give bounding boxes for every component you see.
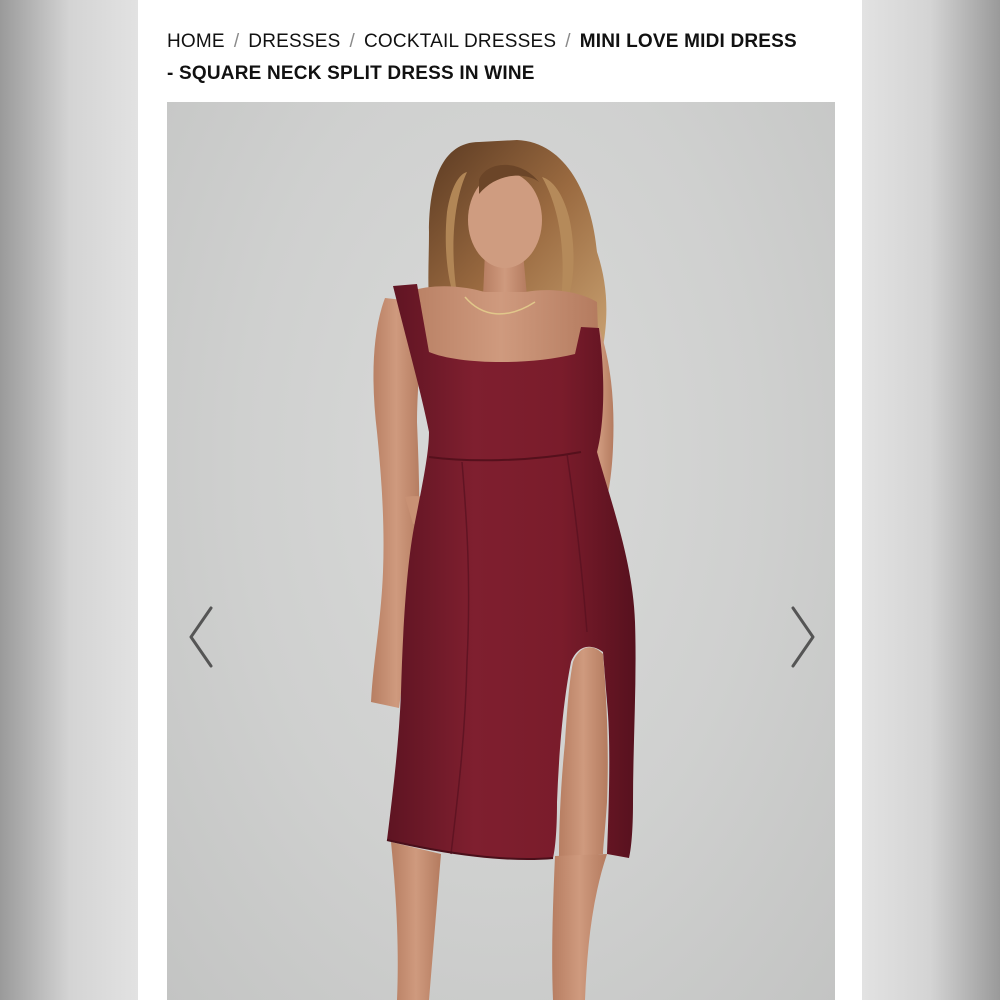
chevron-right-icon [791,606,815,668]
breadcrumb-separator: / [233,31,240,52]
gallery-prev-button[interactable] [183,602,223,672]
chevron-left-icon [189,606,213,668]
product-image-gallery [167,102,835,1000]
breadcrumb-separator: / [349,31,355,52]
breadcrumb-home-link[interactable]: HOME [167,31,225,52]
breadcrumb-separator: / [565,31,571,52]
breadcrumb-cocktail-dresses-link[interactable]: COCKTAIL DRESSES [364,31,556,52]
breadcrumb-dresses-link[interactable]: DRESSES [248,31,340,52]
gallery-next-button[interactable] [781,602,821,672]
product-page: HOME / DRESSES / COCKTAIL DRESSES / MINI LOVE … [138,0,862,1000]
breadcrumb: HOME / DRESSES / COCKTAIL DRESSES / MINI LOVE … [167,26,807,90]
product-photo[interactable] [167,102,835,1000]
